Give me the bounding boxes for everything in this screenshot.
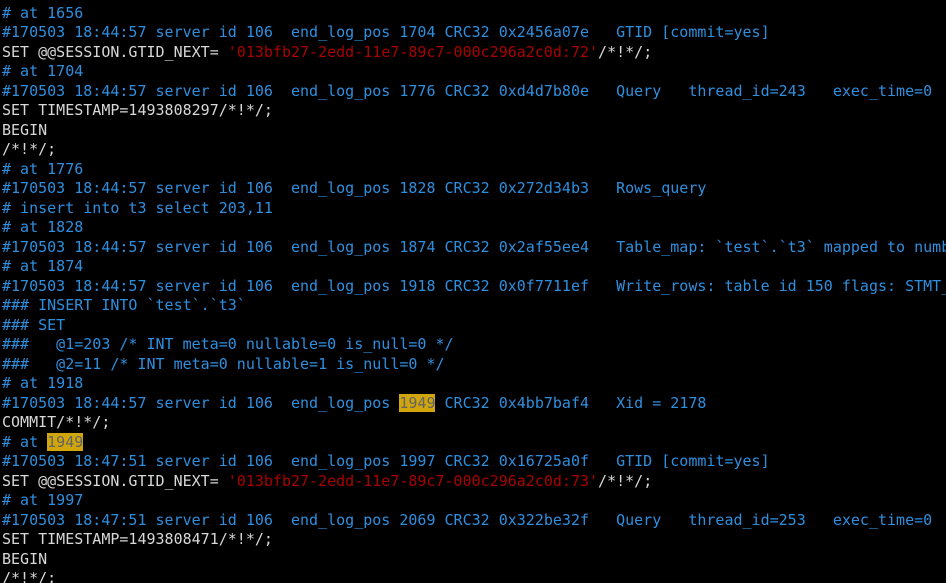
terminal-line: ### @1=203 /* INT meta=0 nullable=0 is_n…	[2, 335, 946, 355]
terminal-text: /*!*/;	[598, 42, 653, 61]
terminal-line: #170503 18:47:51 server id 106 end_log_p…	[2, 511, 946, 531]
terminal-line: ### @2=11 /* INT meta=0 nullable=1 is_nu…	[2, 355, 946, 375]
terminal-text: # at	[2, 432, 48, 451]
terminal-text: SET TIMESTAMP=1493808471/*!*/;	[2, 530, 273, 548]
terminal-line: SET TIMESTAMP=1493808471/*!*/;	[2, 530, 946, 550]
terminal-text: # at 1918	[2, 374, 84, 392]
search-match-highlight: 1949	[47, 432, 84, 451]
terminal-text: /*!*/;	[2, 569, 57, 583]
terminal-line: # at 1828	[2, 218, 946, 238]
terminal-line: /*!*/;	[2, 140, 946, 160]
terminal-text: #170503 18:44:57 server id 106 end_log_p…	[2, 23, 770, 41]
terminal-line: BEGIN	[2, 121, 946, 141]
terminal-line: COMMIT/*!*/;	[2, 413, 946, 433]
terminal-line: ### SET	[2, 316, 946, 336]
terminal-line: ### INSERT INTO `test`.`t3`	[2, 296, 946, 316]
terminal-text: SET @@SESSION.GTID_NEXT=	[2, 42, 228, 61]
terminal-line: SET @@SESSION.GTID_NEXT= '013bfb27-2edd-…	[2, 472, 946, 492]
terminal-line: # at 1918	[2, 374, 946, 394]
terminal-text: #170503 18:47:51 server id 106 end_log_p…	[2, 510, 933, 529]
terminal-text: /*!*/;	[2, 0, 56, 2]
terminal-line: /*!*/;	[2, 569, 946, 583]
terminal-text: # at 1828	[2, 218, 84, 236]
terminal-line: #170503 18:44:57 server id 106 end_log_p…	[2, 82, 946, 102]
terminal-text: SET @@SESSION.GTID_NEXT=	[2, 471, 228, 490]
terminal-line: #170503 18:44:57 server id 106 end_log_p…	[2, 23, 946, 43]
terminal-text: #170503 18:44:57 server id 106 end_log_p…	[2, 276, 946, 295]
terminal-text: ### INSERT INTO `test`.`t3`	[2, 296, 246, 314]
terminal-text: BEGIN	[2, 120, 48, 139]
terminal-text: #170503 18:44:57 server id 106 end_log_p…	[2, 237, 946, 256]
terminal-text: ### @2=11 /* INT meta=0 nullable=1 is_nu…	[2, 354, 445, 373]
terminal-text: '013bfb27-2edd-11e7-89c7-000c296a2c0d:72…	[227, 42, 599, 61]
terminal-text: #170503 18:44:57 server id 106 end_log_p…	[2, 179, 707, 197]
terminal-text: CRC32 0x4bb7baf4 Xid = 2178	[435, 393, 707, 412]
terminal-line: BEGIN	[2, 550, 946, 570]
terminal-line: # at 1997	[2, 491, 946, 511]
terminal-line: # at 1704	[2, 62, 946, 82]
terminal-line: SET TIMESTAMP=1493808297/*!*/;	[2, 101, 946, 121]
terminal-line: #170503 18:44:57 server id 106 end_log_p…	[2, 179, 946, 199]
terminal-text: # at 1656	[2, 3, 84, 22]
terminal-text: # insert into t3 select 203,11	[2, 198, 273, 217]
terminal-text: # at 1704	[2, 62, 84, 80]
terminal-text: BEGIN	[2, 549, 48, 568]
terminal-screen[interactable]: /*!*/;# at 1656#170503 18:44:57 server i…	[2, 0, 946, 583]
terminal-text: SET TIMESTAMP=1493808297/*!*/;	[2, 101, 273, 119]
terminal-line: #170503 18:44:57 server id 106 end_log_p…	[2, 393, 946, 414]
terminal-line: SET @@SESSION.GTID_NEXT= '013bfb27-2edd-…	[2, 43, 946, 63]
terminal-text: #170503 18:44:57 server id 106 end_log_p…	[2, 81, 933, 100]
terminal-line: #170503 18:44:57 server id 106 end_log_p…	[2, 277, 946, 297]
terminal-text: /*!*/;	[2, 140, 57, 158]
terminal-text: /*!*/;	[598, 471, 653, 490]
terminal-window[interactable]: /*!*/;# at 1656#170503 18:44:57 server i…	[0, 0, 946, 583]
terminal-text: #170503 18:44:57 server id 106 end_log_p…	[2, 393, 400, 412]
terminal-text: # at 1874	[2, 257, 84, 275]
terminal-text: ### SET	[2, 315, 66, 334]
terminal-text: # at 1997	[2, 491, 84, 509]
terminal-line: #170503 18:47:51 server id 106 end_log_p…	[2, 452, 946, 472]
terminal-text: # at 1776	[2, 159, 84, 178]
terminal-line: # at 1949	[2, 432, 946, 453]
terminal-text: COMMIT/*!*/;	[2, 413, 111, 431]
terminal-line: # insert into t3 select 203,11	[2, 199, 946, 219]
terminal-line: # at 1776	[2, 160, 946, 180]
terminal-text: #170503 18:47:51 server id 106 end_log_p…	[2, 452, 770, 470]
terminal-line: # at 1874	[2, 257, 946, 277]
terminal-line: #170503 18:44:57 server id 106 end_log_p…	[2, 238, 946, 258]
terminal-text: '013bfb27-2edd-11e7-89c7-000c296a2c0d:73…	[227, 471, 599, 490]
search-match-highlight: 1949	[399, 393, 436, 412]
terminal-text: ### @1=203 /* INT meta=0 nullable=0 is_n…	[2, 335, 454, 353]
terminal-line: # at 1656	[2, 4, 946, 24]
